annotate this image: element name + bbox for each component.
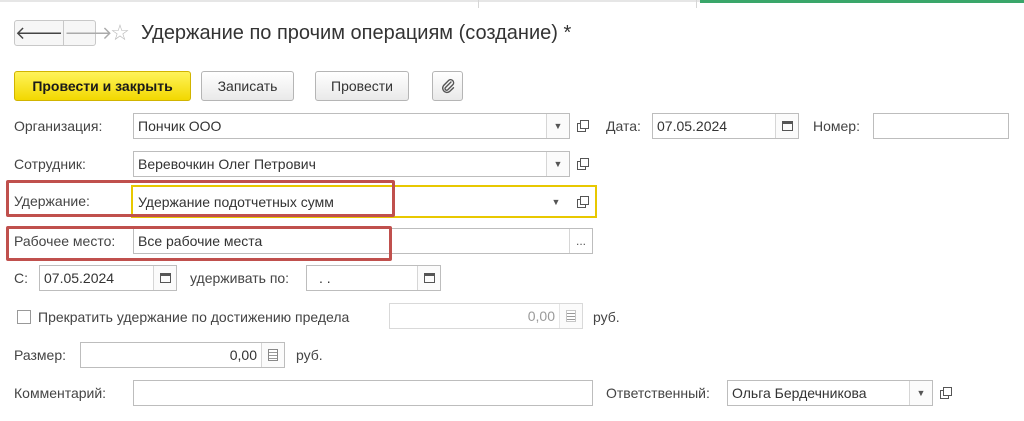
until-date-field[interactable]: . .: [306, 265, 441, 291]
arrow-left-icon: 🡐: [15, 22, 64, 43]
size-calculator-button[interactable]: [261, 343, 284, 367]
comment-label: Комментарий:: [14, 385, 107, 401]
active-tab-indicator: [700, 0, 1024, 3]
chevron-down-icon: ▼: [916, 388, 926, 398]
stop-limit-checkbox[interactable]: [17, 310, 31, 324]
employee-value: Веревочкин Олег Петрович: [138, 156, 316, 172]
until-date-value: . .: [319, 270, 331, 286]
deduction-highlight-frame: [6, 180, 395, 217]
stop-limit-unit: руб.: [593, 309, 620, 325]
responsible-label: Ответственный:: [606, 385, 710, 401]
arrow-right-icon: 🡒: [64, 22, 113, 43]
top-divider-tick: [696, 0, 697, 8]
organization-dropdown[interactable]: ▼: [546, 114, 569, 138]
open-icon: [577, 120, 589, 132]
organization-field[interactable]: Пончик ООО ▼: [133, 113, 570, 139]
deduction-dropdown[interactable]: ▼: [545, 190, 567, 213]
attach-files-button[interactable]: [432, 71, 463, 101]
chevron-down-icon: ▼: [553, 121, 563, 131]
until-calendar-button[interactable]: [417, 266, 440, 290]
responsible-dropdown[interactable]: ▼: [909, 381, 932, 405]
back-button[interactable]: 🡐: [15, 21, 63, 45]
stop-limit-amount-field: 0,00: [389, 303, 583, 329]
workplace-select-button[interactable]: ...: [569, 229, 592, 253]
responsible-value: Ольга Бердечникова: [732, 385, 867, 401]
from-date-value: 07.05.2024: [44, 270, 115, 286]
save-button[interactable]: Записать: [201, 71, 294, 101]
calculator-icon: [566, 310, 576, 322]
calendar-icon: [423, 273, 435, 283]
post-and-close-button[interactable]: Провести и закрыть: [14, 71, 191, 101]
from-label: С:: [14, 270, 28, 286]
top-divider: [0, 0, 700, 2]
forward-button[interactable]: 🡒: [63, 21, 113, 45]
organization-value: Пончик ООО: [138, 118, 222, 134]
employee-open-button[interactable]: [571, 151, 593, 177]
number-label: Номер:: [813, 118, 860, 134]
size-field[interactable]: 0,00: [80, 342, 285, 368]
date-field[interactable]: 07.05.2024: [652, 113, 799, 139]
employee-label: Сотрудник:: [14, 156, 86, 172]
size-unit: руб.: [296, 347, 323, 363]
star-icon[interactable]: ☆: [108, 20, 132, 46]
date-calendar-button[interactable]: [775, 114, 798, 138]
from-calendar-button[interactable]: [153, 266, 176, 290]
comment-field[interactable]: [133, 380, 593, 406]
calculator-icon: [268, 349, 278, 361]
organization-open-button[interactable]: [571, 113, 593, 139]
employee-dropdown[interactable]: ▼: [546, 152, 569, 176]
navigation-buttons: 🡐 🡒: [14, 20, 113, 46]
post-button[interactable]: Провести: [315, 71, 409, 101]
size-label: Размер:: [14, 347, 67, 363]
stop-limit-label: Прекратить удержание по достижению преде…: [38, 309, 350, 325]
number-field[interactable]: [873, 113, 1009, 139]
workplace-highlight-frame: [6, 226, 392, 261]
deduction-open-button[interactable]: [571, 189, 593, 215]
date-value: 07.05.2024: [657, 118, 728, 134]
employee-field[interactable]: Веревочкин Олег Петрович ▼: [133, 151, 570, 177]
calendar-icon: [781, 121, 793, 131]
paperclip-icon: [441, 79, 454, 94]
open-icon: [577, 196, 589, 208]
calendar-icon: [159, 273, 171, 283]
from-date-field[interactable]: 07.05.2024: [39, 265, 177, 291]
top-divider-tick: [478, 0, 479, 8]
responsible-open-button[interactable]: [934, 380, 956, 406]
open-icon: [577, 158, 589, 170]
responsible-field[interactable]: Ольга Бердечникова ▼: [727, 380, 933, 406]
organization-label: Организация:: [14, 118, 103, 134]
date-label: Дата:: [606, 118, 641, 134]
size-value: 0,00: [229, 347, 257, 363]
chevron-down-icon: ▼: [551, 196, 561, 207]
open-icon: [940, 387, 952, 399]
stop-limit-amount-value: 0,00: [527, 308, 555, 324]
stop-limit-calculator-button: [559, 304, 582, 328]
until-label: удерживать по:: [190, 270, 290, 286]
page-title: Удержание по прочим операциям (создание)…: [141, 22, 572, 44]
chevron-down-icon: ▼: [553, 159, 563, 169]
